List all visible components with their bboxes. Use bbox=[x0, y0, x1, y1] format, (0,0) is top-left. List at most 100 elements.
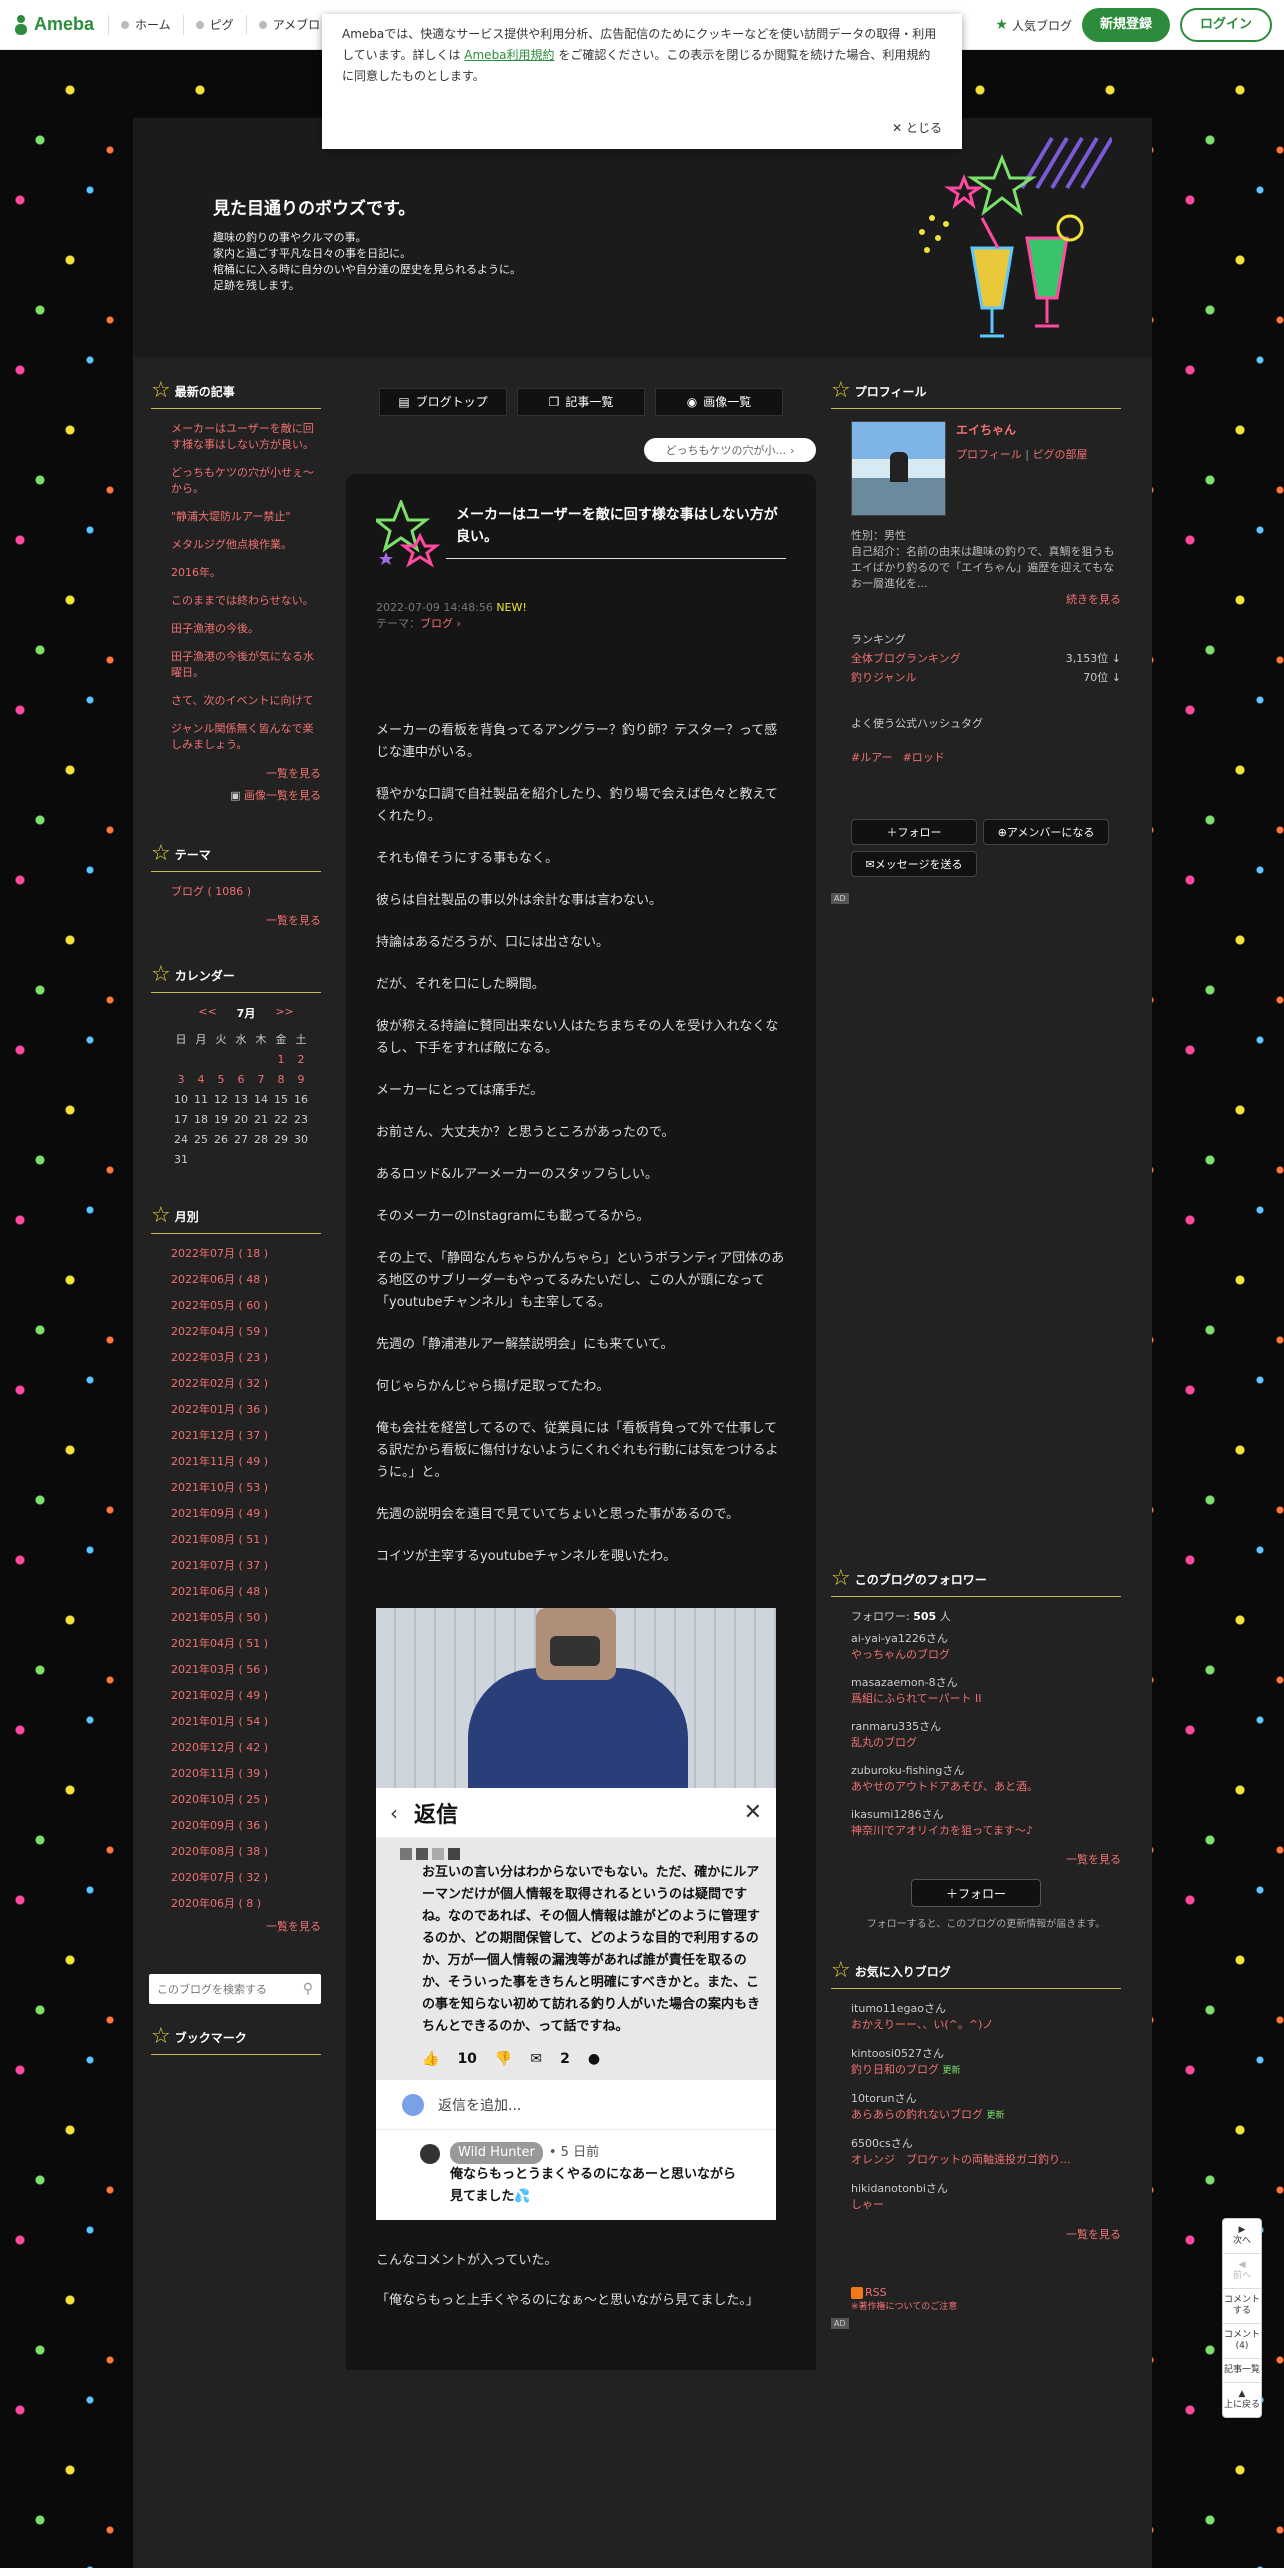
follower-user[interactable]: ai-yai-ya1226さん bbox=[851, 1631, 1121, 1647]
popular-blog-link[interactable]: ★ 人気ブログ bbox=[995, 17, 1072, 34]
tab-image-list[interactable]: ◉ 画像一覧 bbox=[655, 388, 783, 416]
calendar-day[interactable]: 2 bbox=[291, 1049, 311, 1069]
previous-article-link[interactable]: どっちもケツの穴が小... › bbox=[644, 438, 816, 462]
article-theme-link[interactable]: ブログ › bbox=[420, 617, 461, 630]
terms-link[interactable]: Ameba利用規約 bbox=[464, 48, 554, 62]
month-archive-item[interactable]: 2021年12月 ( 37 ) bbox=[171, 1428, 321, 1444]
follower-user[interactable]: ranmaru335さん bbox=[851, 1719, 1121, 1735]
month-archive-item[interactable]: 2020年06月 ( 8 ) bbox=[171, 1896, 321, 1912]
month-archive-item[interactable]: 2021年06月 ( 48 ) bbox=[171, 1584, 321, 1600]
favorite-user[interactable]: itumo11egaoさん bbox=[851, 2001, 1121, 2017]
hashtag[interactable]: #ロッド bbox=[903, 751, 945, 764]
list-item[interactable]: ジャンル関係無く皆んなで楽しみましょう。 bbox=[171, 721, 321, 753]
genre-ranking-link[interactable]: 釣りジャンル bbox=[851, 668, 916, 687]
overall-ranking-link[interactable]: 全体ブログランキング bbox=[851, 649, 961, 668]
month-archive-item[interactable]: 2021年01月 ( 54 ) bbox=[171, 1714, 321, 1730]
list-item[interactable]: 田子漁港の今後が気になる水曜日。 bbox=[171, 649, 321, 681]
favorite-blog[interactable]: オレンジ ブロケットの両軸遠投ガゴ釣り... bbox=[851, 2153, 1071, 2166]
month-archive-item[interactable]: 2021年08月 ( 51 ) bbox=[171, 1532, 321, 1548]
month-archive-item[interactable]: 2021年03月 ( 56 ) bbox=[171, 1662, 321, 1678]
theme-more-link[interactable]: 一覧を見る bbox=[151, 912, 321, 928]
pigg-room-link[interactable]: ピグの部屋 bbox=[1032, 448, 1087, 461]
calendar-day[interactable]: 6 bbox=[231, 1069, 251, 1089]
favorite-user[interactable]: 6500csさん bbox=[851, 2136, 1121, 2152]
month-archive-item[interactable]: 2022年04月 ( 59 ) bbox=[171, 1324, 321, 1340]
list-item[interactable]: さて、次のイベントに向けて bbox=[171, 693, 321, 709]
article-list-button[interactable]: 記事一覧 bbox=[1223, 2359, 1261, 2383]
register-button[interactable]: 新規登録 bbox=[1081, 8, 1170, 42]
calendar-day[interactable]: 3 bbox=[171, 1069, 191, 1089]
month-archive-item[interactable]: 2022年01月 ( 36 ) bbox=[171, 1402, 321, 1418]
list-item[interactable]: "静浦大堤防ルアー禁止" bbox=[171, 509, 321, 525]
comment-count-button[interactable]: コメント(4) bbox=[1223, 2324, 1261, 2359]
favorite-blog[interactable]: おかえりーー、、い(^。^)ノ bbox=[851, 2018, 993, 2031]
ameba-logo[interactable]: Ameba bbox=[12, 14, 94, 36]
month-archive-item[interactable]: 2021年07月 ( 37 ) bbox=[171, 1558, 321, 1574]
profile-more-link[interactable]: 続きを見る bbox=[851, 592, 1121, 608]
list-item[interactable]: 田子漁港の今後。 bbox=[171, 621, 321, 637]
back-to-top-button[interactable]: ▲ 上に戻る bbox=[1223, 2383, 1261, 2417]
calendar-day[interactable]: 4 bbox=[191, 1069, 211, 1089]
favorite-blog[interactable]: あらあらの釣れないブログ bbox=[851, 2108, 983, 2121]
favorite-blog[interactable]: 釣り日和のブログ bbox=[851, 2063, 939, 2076]
tab-blog-top[interactable]: ▤ ブログトップ bbox=[379, 388, 507, 416]
list-item[interactable]: メーカーはユーザーを敵に回す様な事はしない方が良い。 bbox=[171, 421, 321, 453]
favorite-blog[interactable]: しゃー bbox=[851, 2198, 884, 2211]
follower-blog[interactable]: やっちゃんのブログ bbox=[851, 1647, 1121, 1663]
month-archive-item[interactable]: 2021年05月 ( 50 ) bbox=[171, 1610, 321, 1626]
calendar-day[interactable]: 5 bbox=[211, 1069, 231, 1089]
month-archive-item[interactable]: 2022年07月 ( 18 ) bbox=[171, 1246, 321, 1262]
blog-search-input[interactable] bbox=[157, 1982, 303, 1996]
month-archive-item[interactable]: 2020年08月 ( 38 ) bbox=[171, 1844, 321, 1860]
rss-link[interactable]: RSS bbox=[865, 2286, 887, 2299]
blog-title[interactable]: 見た目通りのボウズです。 bbox=[213, 194, 415, 219]
follower-user[interactable]: ikasumi1286さん bbox=[851, 1807, 1121, 1823]
month-archive-item[interactable]: 2020年07月 ( 32 ) bbox=[171, 1870, 321, 1886]
list-item[interactable]: どっちもケツの穴が小せぇ〜から。 bbox=[171, 465, 321, 497]
prev-button[interactable]: ◀ 前へ bbox=[1223, 2254, 1261, 2289]
profile-name[interactable]: エイちゃん bbox=[956, 421, 1087, 438]
calendar-day[interactable]: 1 bbox=[271, 1049, 291, 1069]
calendar-next-button[interactable]: >> bbox=[275, 1005, 293, 1021]
copyright-note[interactable]: ※著作権についてのご注意 bbox=[851, 2299, 1121, 2312]
month-archive-item[interactable]: 2022年06月 ( 48 ) bbox=[171, 1272, 321, 1288]
nav-home[interactable]: ホーム bbox=[108, 14, 183, 35]
theme-item[interactable]: ブログ ( 1086 ) bbox=[171, 884, 321, 900]
calendar-day[interactable]: 8 bbox=[271, 1069, 291, 1089]
avatar[interactable] bbox=[851, 421, 946, 516]
follower-user[interactable]: zuburoku-fishingさん bbox=[851, 1763, 1121, 1779]
follower-blog[interactable]: 乱丸のブログ bbox=[851, 1735, 1121, 1751]
favorites-more-link[interactable]: 一覧を見る bbox=[831, 2226, 1121, 2242]
message-button[interactable]: ✉ メッセージを送る bbox=[851, 851, 977, 877]
profile-link[interactable]: プロフィール bbox=[956, 448, 1022, 461]
month-archive-item[interactable]: 2022年02月 ( 32 ) bbox=[171, 1376, 321, 1392]
comment-button[interactable]: コメントする bbox=[1223, 2289, 1261, 2324]
month-archive-item[interactable]: 2021年11月 ( 49 ) bbox=[171, 1454, 321, 1470]
follow-button[interactable]: ＋ フォロー bbox=[851, 819, 977, 845]
month-archive-item[interactable]: 2022年03月 ( 23 ) bbox=[171, 1350, 321, 1366]
calendar-day[interactable]: 9 bbox=[291, 1069, 311, 1089]
month-archive-item[interactable]: 2020年09月 ( 36 ) bbox=[171, 1818, 321, 1834]
follower-blog[interactable]: あやせのアウトドアあそび、あと酒。 bbox=[851, 1779, 1121, 1795]
article-photo[interactable] bbox=[376, 1608, 776, 1788]
month-more-link[interactable]: 一覧を見る bbox=[151, 1918, 321, 1934]
search-icon[interactable]: ⚲ bbox=[303, 1981, 313, 1997]
favorite-user[interactable]: 10torunさん bbox=[851, 2091, 1121, 2107]
follower-user[interactable]: masazaemon-8さん bbox=[851, 1675, 1121, 1691]
list-item[interactable]: メタルジグ他点検作業。 bbox=[171, 537, 321, 553]
cookie-close-button[interactable]: ✕ とじる bbox=[892, 118, 942, 139]
amember-button[interactable]: ⊕ アメンバーになる bbox=[983, 819, 1109, 845]
list-item[interactable]: 2016年。 bbox=[171, 565, 321, 581]
list-item[interactable]: このままでは終わらせない。 bbox=[171, 593, 321, 609]
month-archive-item[interactable]: 2022年05月 ( 60 ) bbox=[171, 1298, 321, 1314]
month-archive-item[interactable]: 2021年02月 ( 49 ) bbox=[171, 1688, 321, 1704]
calendar-day[interactable]: 7 bbox=[251, 1069, 271, 1089]
month-archive-item[interactable]: 2021年09月 ( 49 ) bbox=[171, 1506, 321, 1522]
nav-pigg[interactable]: ピグ bbox=[182, 14, 246, 35]
favorite-user[interactable]: kintoosi0527さん bbox=[851, 2046, 1121, 2062]
follower-blog[interactable]: 爲組にふられてーパート II bbox=[851, 1691, 1121, 1707]
follow-blog-button[interactable]: ＋ フォロー bbox=[911, 1879, 1041, 1907]
tab-article-list[interactable]: ❐ 記事一覧 bbox=[517, 388, 645, 416]
followers-more-link[interactable]: 一覧を見る bbox=[831, 1851, 1121, 1867]
month-archive-item[interactable]: 2020年10月 ( 25 ) bbox=[171, 1792, 321, 1808]
